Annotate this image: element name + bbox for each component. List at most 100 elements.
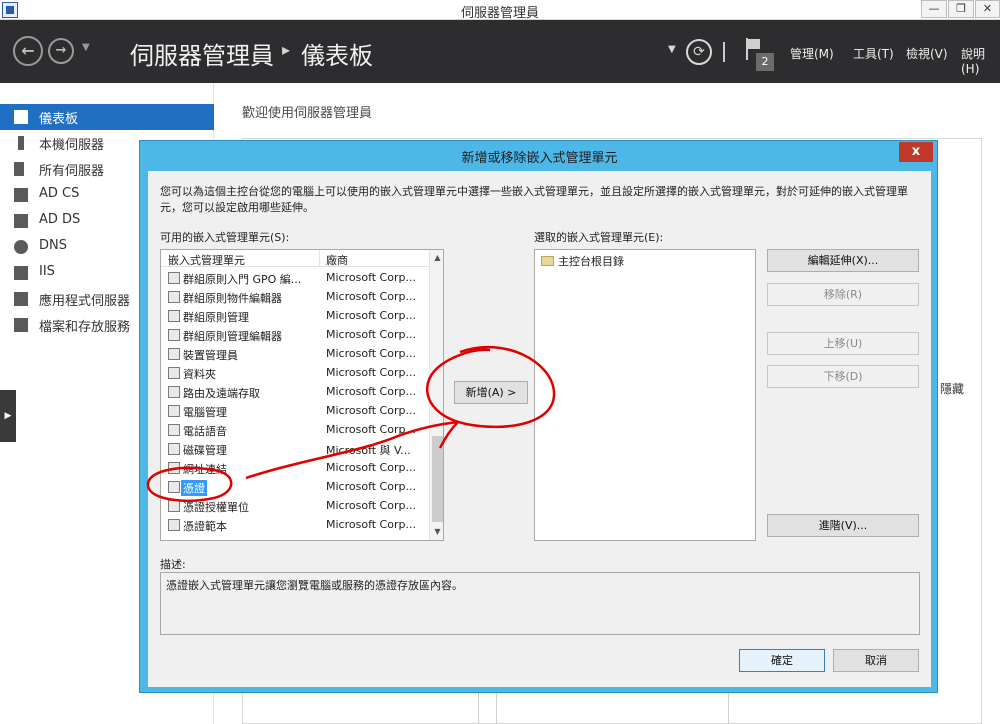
restore-button[interactable]: ❐ bbox=[948, 0, 974, 18]
dialog-close-button[interactable]: x bbox=[899, 142, 933, 162]
snapin-vendor: Microsoft Corp... bbox=[326, 480, 416, 493]
scroll-down-icon[interactable]: ▼ bbox=[430, 524, 443, 540]
appserver-icon bbox=[14, 292, 28, 306]
move-down-button[interactable]: 下移(D) bbox=[767, 365, 919, 388]
app-header: ← → ▼ 伺服器管理員 ▸ 儀表板 ▼ ⟳ 2 管理(M) 工具(T) 檢視(… bbox=[0, 20, 1000, 83]
column-divider[interactable] bbox=[319, 250, 320, 267]
snapin-icon bbox=[168, 500, 180, 512]
scroll-up-icon[interactable]: ▲ bbox=[430, 250, 443, 266]
server-icon bbox=[18, 136, 24, 150]
breadcrumb-separator-icon: ▸ bbox=[282, 40, 291, 59]
scroll-thumb[interactable] bbox=[432, 436, 443, 522]
column-header-vendor[interactable]: 廠商 bbox=[326, 252, 348, 268]
cancel-button[interactable]: 取消 bbox=[833, 649, 919, 672]
window-close-button[interactable]: ✕ bbox=[975, 0, 1000, 18]
adds-icon bbox=[14, 214, 28, 228]
snapin-vendor: Microsoft Corp... bbox=[326, 347, 416, 360]
hide-link[interactable]: 隱藏 bbox=[940, 380, 964, 397]
table-row[interactable]: 群組原則管理 Microsoft Corp... bbox=[161, 307, 429, 326]
refresh-icon[interactable]: ⟳ bbox=[686, 39, 712, 65]
snapin-name: 資料夾 bbox=[183, 368, 216, 381]
selected-item-label: 主控台根目錄 bbox=[558, 255, 624, 268]
table-row[interactable]: 電話語音 Microsoft Corp... bbox=[161, 421, 429, 440]
snapin-icon bbox=[168, 519, 180, 531]
tile-divider bbox=[496, 692, 497, 724]
table-row[interactable]: 電腦管理 Microsoft Corp... bbox=[161, 402, 429, 421]
table-row[interactable]: 憑證範本 Microsoft Corp... bbox=[161, 516, 429, 535]
minimize-button[interactable]: — bbox=[921, 0, 947, 18]
welcome-heading: 歡迎使用伺服器管理員 bbox=[242, 106, 373, 121]
remove-button[interactable]: 移除(R) bbox=[767, 283, 919, 306]
snapin-name: 憑證授權單位 bbox=[183, 501, 249, 514]
menu-manage[interactable]: 管理(M) bbox=[790, 45, 834, 62]
snapin-icon bbox=[168, 386, 180, 398]
snapin-name: 群組原則物件編輯器 bbox=[183, 292, 282, 305]
list-item[interactable]: 主控台根目錄 bbox=[541, 253, 624, 269]
collapse-sidebar-icon[interactable]: ▶ bbox=[0, 390, 16, 442]
snapin-name: 磁碟管理 bbox=[183, 444, 227, 457]
snapin-name: 群組原則管理 bbox=[183, 311, 249, 324]
sidebar-item-label: 本機伺服器 bbox=[39, 138, 105, 153]
sidebar-item-label: 檔案和存放服務 bbox=[39, 320, 131, 335]
table-row[interactable]: 裝置管理員 Microsoft Corp... bbox=[161, 345, 429, 364]
menu-view[interactable]: 檢視(V) bbox=[906, 45, 948, 62]
list-header: 嵌入式管理單元 廠商 bbox=[161, 250, 429, 267]
sidebar-item-label: AD DS bbox=[39, 212, 81, 227]
snapin-vendor: Microsoft 與 V... bbox=[326, 444, 411, 457]
snapin-vendor: Microsoft Corp... bbox=[326, 271, 416, 284]
snapin-vendor: Microsoft Corp... bbox=[326, 290, 416, 303]
table-row[interactable]: 網址連結 Microsoft Corp... bbox=[161, 459, 429, 478]
dialog-title: 新增或移除嵌入式管理單元 bbox=[461, 151, 618, 166]
window-titlebar: 伺服器管理員 — ❐ ✕ bbox=[0, 0, 1000, 21]
snapin-name: 群組原則入門 GPO 編... bbox=[183, 273, 302, 286]
snapin-vendor: Microsoft Corp... bbox=[326, 328, 416, 341]
table-row[interactable]: 路由及遠端存取 Microsoft Corp... bbox=[161, 383, 429, 402]
add-button[interactable]: 新增(A) > bbox=[454, 381, 528, 404]
iis-icon bbox=[14, 266, 28, 280]
snapin-name: 網址連結 bbox=[183, 463, 227, 476]
snapin-icon bbox=[168, 272, 180, 284]
sidebar-item-label: IIS bbox=[39, 264, 55, 279]
menu-help[interactable]: 說明(H) bbox=[961, 45, 1000, 76]
table-row[interactable]: 憑證 Microsoft Corp... bbox=[161, 478, 429, 497]
table-row[interactable]: 磁碟管理 Microsoft 與 V... bbox=[161, 440, 429, 459]
sidebar-item-label: AD CS bbox=[39, 186, 80, 201]
table-row[interactable]: 群組原則物件編輯器 Microsoft Corp... bbox=[161, 288, 429, 307]
adcs-icon bbox=[14, 188, 28, 202]
menu-tools[interactable]: 工具(T) bbox=[853, 45, 894, 62]
dashboard-icon bbox=[14, 110, 28, 124]
page-title: 儀表板 bbox=[301, 42, 373, 70]
table-row[interactable]: 群組原則管理編輯器 Microsoft Corp... bbox=[161, 326, 429, 345]
column-header-snapin[interactable]: 嵌入式管理單元 bbox=[168, 252, 245, 268]
list-scrollbar[interactable]: ▲ ▼ bbox=[429, 250, 443, 540]
snapin-icon bbox=[168, 310, 180, 322]
snapin-vendor: Microsoft Corp... bbox=[326, 518, 416, 531]
advanced-button[interactable]: 進階(V)... bbox=[767, 514, 919, 537]
selected-snapins-list: 主控台根目錄 bbox=[534, 249, 756, 541]
snapin-vendor: Microsoft Corp... bbox=[326, 366, 416, 379]
move-up-button[interactable]: 上移(U) bbox=[767, 332, 919, 355]
history-dropdown-icon[interactable]: ▼ bbox=[82, 42, 90, 53]
available-snapins-label: 可用的嵌入式管理單元(S): bbox=[160, 231, 290, 244]
back-arrow-icon[interactable]: ← bbox=[13, 36, 43, 66]
table-row[interactable]: 群組原則入門 GPO 編... Microsoft Corp... bbox=[161, 269, 429, 288]
snapin-icon bbox=[168, 424, 180, 436]
snapin-name: 憑證 bbox=[181, 480, 207, 496]
ok-button[interactable]: 確定 bbox=[739, 649, 825, 672]
snapin-vendor: Microsoft Corp... bbox=[326, 423, 416, 436]
dialog-intro-text: 您可以為這個主控台從您的電腦上可以使用的嵌入式管理單元中選擇一些嵌入式管理單元，… bbox=[160, 185, 908, 214]
table-row[interactable]: 憑證授權單位 Microsoft Corp... bbox=[161, 497, 429, 516]
snapin-name: 電腦管理 bbox=[183, 406, 227, 419]
edit-extensions-button[interactable]: 編輯延伸(X)... bbox=[767, 249, 919, 272]
dns-icon bbox=[14, 240, 28, 254]
table-row[interactable]: 資料夾 Microsoft Corp... bbox=[161, 364, 429, 383]
description-label: 描述: bbox=[160, 558, 186, 571]
sidebar-item-label: 應用程式伺服器 bbox=[39, 294, 131, 309]
dropdown-caret-icon[interactable]: ▼ bbox=[668, 44, 676, 55]
sidebar-item-label: 儀表板 bbox=[39, 112, 79, 127]
snapin-icon bbox=[168, 329, 180, 341]
forward-arrow-icon[interactable]: → bbox=[48, 38, 74, 64]
header-separator bbox=[723, 42, 725, 62]
snapin-vendor: Microsoft Corp... bbox=[326, 385, 416, 398]
sidebar-item-dashboard[interactable]: 儀表板 bbox=[0, 104, 214, 130]
